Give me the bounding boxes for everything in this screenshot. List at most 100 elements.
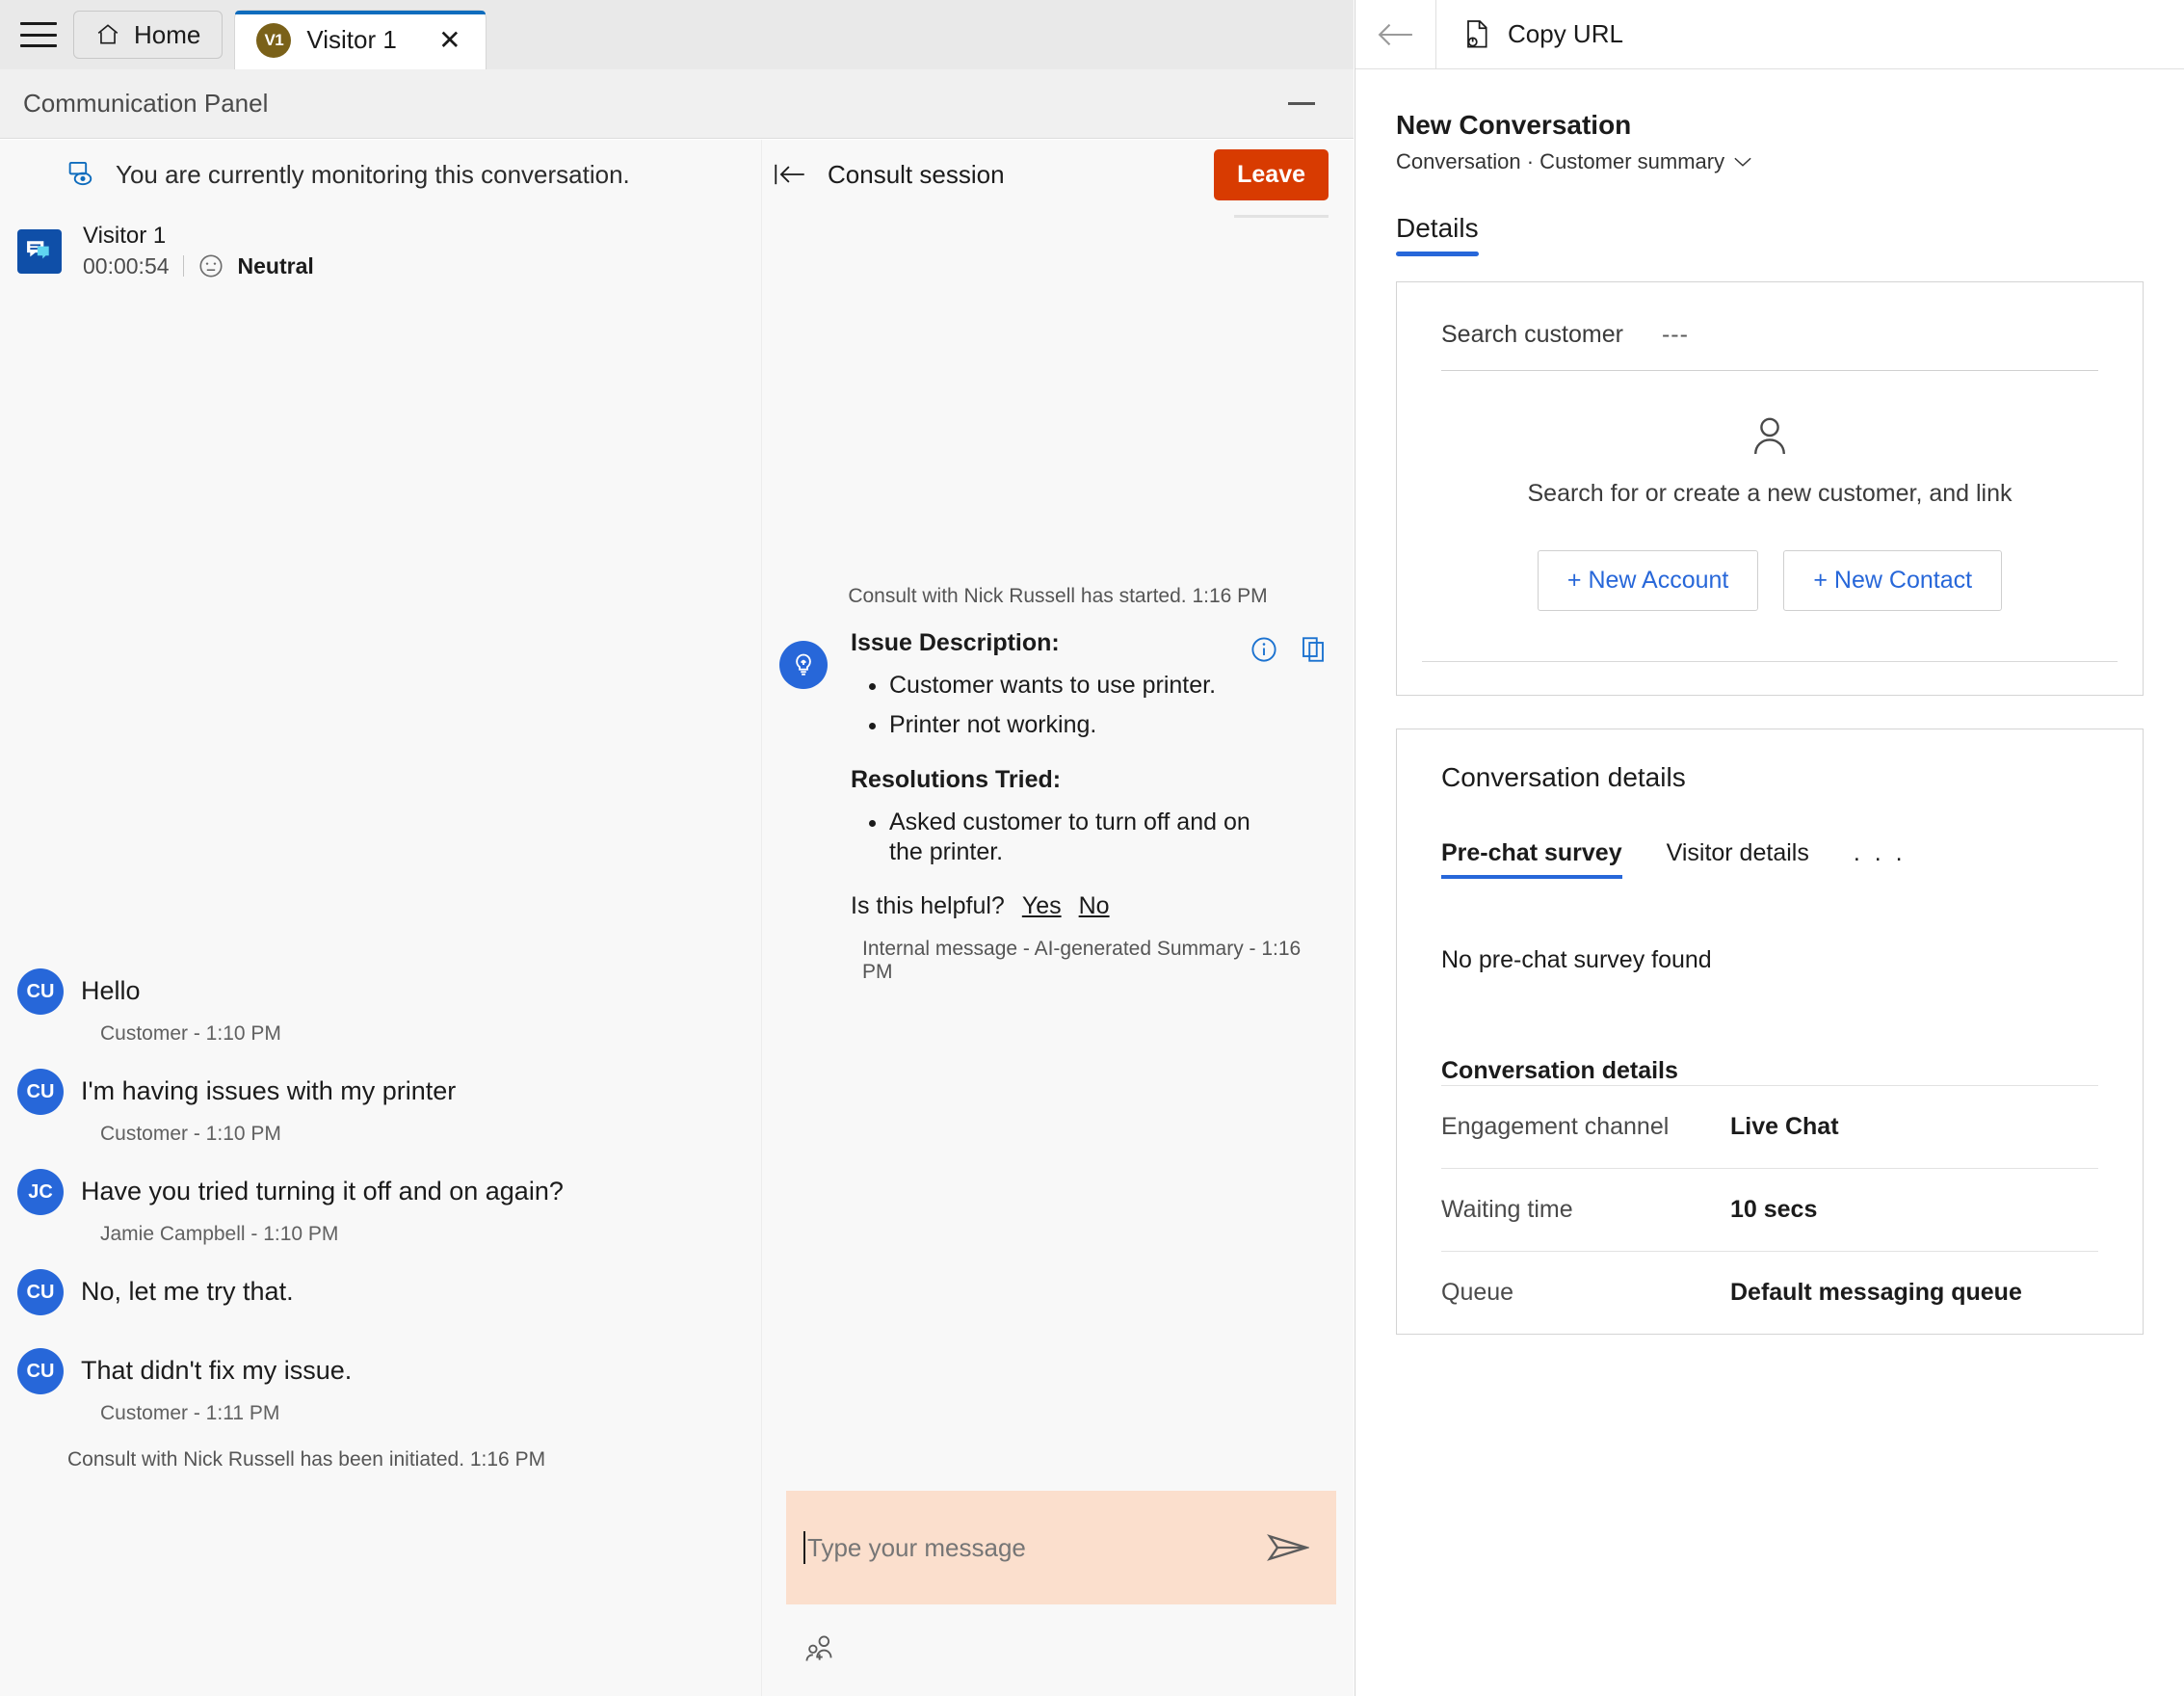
divider: [182, 255, 184, 277]
conversation-title: New Conversation: [1396, 110, 1632, 140]
collapse-left-icon[interactable]: [774, 162, 806, 187]
page-title: Communication Panel: [23, 89, 269, 118]
feedback-yes-link[interactable]: Yes: [1022, 892, 1062, 920]
copy-url-button[interactable]: Copy URL: [1436, 0, 1623, 68]
tab-home-label: Home: [134, 19, 201, 49]
message-text: I'm having issues with my printer: [81, 1076, 457, 1105]
text-caret: [803, 1531, 805, 1564]
table-row: Queue Default messaging queue: [1441, 1251, 2098, 1334]
copy-url-label: Copy URL: [1508, 19, 1623, 48]
search-customer-value: ---: [1661, 321, 1689, 348]
person-icon: [1397, 413, 2143, 464]
row-value: Default messaging queue: [1730, 1279, 2022, 1306]
system-message: Consult with Nick Russell has been initi…: [67, 1448, 546, 1471]
row-key: Engagement channel: [1441, 1113, 1670, 1140]
divider: [1422, 661, 2118, 662]
minimize-icon[interactable]: [1273, 85, 1330, 123]
visitor-name: Visitor 1: [83, 223, 167, 249]
consult-started-notice: Consult with Nick Russell has started. 1…: [848, 585, 1268, 607]
lightbulb-icon: [779, 641, 828, 689]
add-participant-icon[interactable]: [804, 1633, 841, 1669]
tab-visitor-details[interactable]: Visitor details: [1667, 839, 1809, 879]
message-text: Hello: [81, 976, 141, 1005]
tab-details[interactable]: Details: [1396, 213, 1479, 256]
search-customer-label: Search customer: [1441, 321, 1623, 348]
row-key: Queue: [1441, 1279, 1514, 1306]
sentiment-label: Neutral: [237, 252, 314, 278]
issue-description-list: Customer wants to use printer. Printer n…: [889, 671, 1329, 741]
close-icon[interactable]: ✕: [434, 24, 466, 57]
avatar: JC: [17, 1169, 64, 1215]
message-text: No, let me try that.: [81, 1277, 294, 1306]
list-item: Asked customer to turn off and on the pr…: [889, 808, 1255, 868]
avatar: CU: [17, 1348, 64, 1394]
list-item: CU Hello: [0, 968, 732, 1015]
more-tabs-icon[interactable]: . . .: [1854, 839, 1907, 879]
message-text: That didn't fix my issue.: [81, 1356, 353, 1385]
visitor-summary-row[interactable]: Visitor 1 00:00:54 Neutral: [17, 223, 314, 279]
list-item: Printer not working.: [889, 710, 1329, 740]
copy-url-icon: [1467, 19, 1487, 48]
list-item: CU I'm having issues with my printer: [0, 1069, 732, 1115]
avatar: CU: [17, 1269, 64, 1315]
chevron-down-icon: [1734, 157, 1751, 167]
conversation-details-title: Conversation details: [1441, 762, 1686, 792]
message-text: Have you tried turning it off and on aga…: [81, 1177, 564, 1206]
divider: [1234, 215, 1329, 218]
resolutions-tried-heading: Resolutions Tried:: [851, 765, 1062, 793]
tab-home[interactable]: Home: [73, 11, 224, 59]
message-list: CU Hello Customer - 1:10 PM CU I'm havin…: [0, 968, 732, 1471]
back-icon[interactable]: [1355, 0, 1436, 68]
message-composer[interactable]: [786, 1491, 1336, 1604]
avatar: CU: [17, 1069, 64, 1115]
message-meta: Customer - 1:10 PM: [100, 1022, 281, 1045]
neutral-face-icon: [198, 254, 223, 278]
visitor-duration: 00:00:54: [83, 252, 170, 278]
hamburger-line: [20, 44, 57, 47]
details-toolbar: Copy URL: [1355, 0, 2184, 69]
tab-visitor-1[interactable]: V1 Visitor 1 ✕: [235, 11, 487, 69]
details-tabs: Details: [1396, 213, 2144, 256]
customer-empty-message: Search for or create a new customer, and…: [1527, 480, 2013, 507]
communication-panel-header: Communication Panel: [0, 69, 1354, 139]
copy-icon[interactable]: [1300, 635, 1329, 664]
send-icon[interactable]: [1267, 1531, 1309, 1564]
browser-tab-strip: Home V1 Visitor 1 ✕: [0, 0, 1354, 69]
breadcrumb-text: Conversation · Customer summary: [1396, 149, 1725, 173]
customer-empty-state: Search for or create a new customer, and…: [1397, 371, 2143, 661]
message-meta: Customer - 1:10 PM: [100, 1123, 281, 1145]
breadcrumb[interactable]: Conversation · Customer summary: [1396, 149, 2144, 174]
ai-summary-card: Issue Description: Customer wants to use…: [762, 608, 1354, 984]
consult-header: Consult session Leave: [762, 140, 1354, 218]
tab-pre-chat-survey[interactable]: Pre-chat survey: [1441, 839, 1622, 879]
conversation-details-card: Conversation details Pre-chat survey Vis…: [1396, 729, 2144, 1335]
consult-session-pane: Consult session Leave Consult with Nick …: [761, 140, 1354, 1696]
hamburger-line: [20, 22, 57, 25]
hamburger-icon[interactable]: [17, 18, 60, 51]
chat-bubbles-icon: [27, 240, 49, 259]
message-input[interactable]: [807, 1532, 1267, 1563]
avatar: CU: [17, 968, 64, 1015]
monitoring-notice-text: You are currently monitoring this conver…: [116, 159, 630, 189]
list-item: Customer wants to use printer.: [889, 671, 1329, 701]
resolutions-tried-list: Asked customer to turn off and on the pr…: [889, 808, 1255, 868]
table-row: Engagement channel Live Chat: [1441, 1085, 2098, 1168]
table-row: Waiting time 10 secs: [1441, 1168, 2098, 1251]
new-contact-button[interactable]: + New Contact: [1783, 550, 2003, 611]
search-customer-row[interactable]: Search customer ---: [1397, 282, 2143, 370]
customer-card: Search customer --- Search for or create…: [1396, 281, 2144, 696]
ai-summary-footer: Internal message - AI-generated Summary …: [862, 938, 1302, 983]
row-value: 10 secs: [1730, 1196, 1818, 1223]
feedback-no-link[interactable]: No: [1079, 892, 1110, 920]
row-key: Waiting time: [1441, 1196, 1573, 1223]
info-icon[interactable]: [1250, 635, 1278, 664]
feedback-row: Is this helpful? Yes No: [851, 892, 1329, 920]
list-item: CU No, let me try that.: [0, 1269, 732, 1315]
new-account-button[interactable]: + New Account: [1537, 550, 1759, 611]
conversation-details-section-title: Conversation details: [1441, 1057, 1678, 1084]
leave-button[interactable]: Leave: [1214, 149, 1329, 200]
message-meta: Customer - 1:11 PM: [100, 1402, 280, 1424]
details-panel: Copy URL New Conversation Conversation ·…: [1355, 0, 2184, 1696]
conversation-details-tabs: Pre-chat survey Visitor details . . .: [1441, 839, 2098, 879]
chat-channel-icon: [17, 228, 62, 274]
